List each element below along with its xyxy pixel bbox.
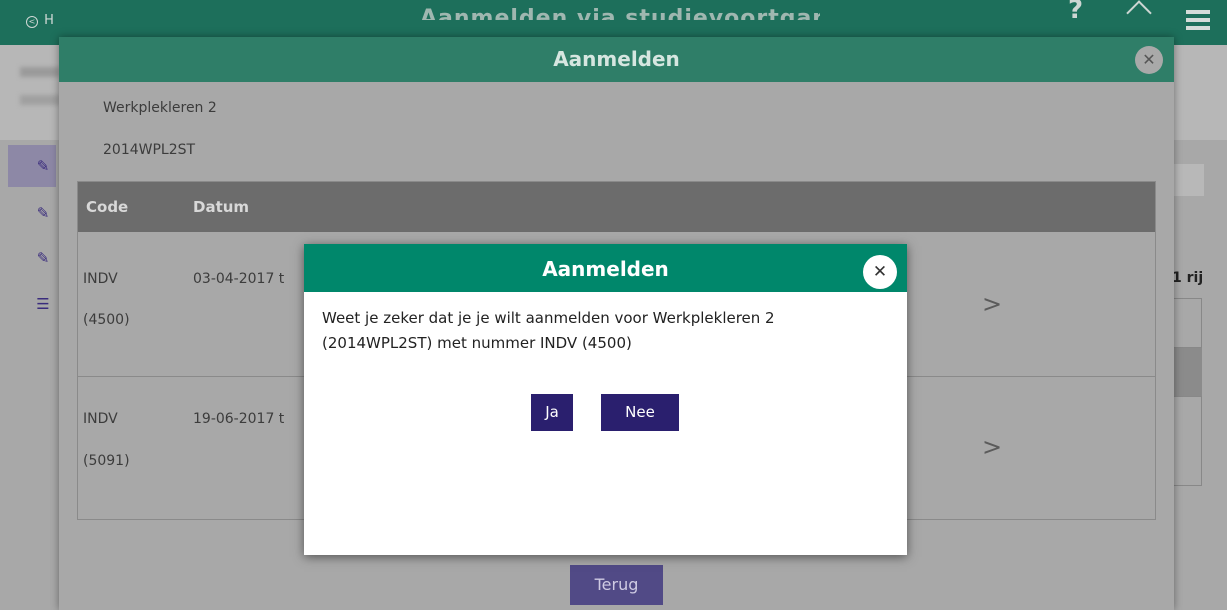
edit-icon[interactable]: ✎ bbox=[34, 157, 52, 175]
column-header-datum: Datum bbox=[193, 198, 250, 216]
confirm-dialog: Aanmelden ✕ Weet je zeker dat je je wilt… bbox=[304, 244, 907, 555]
sessions-table-header: Code Datum bbox=[78, 182, 1155, 232]
right-panel-table-header bbox=[1172, 348, 1202, 396]
hamburger-menu-icon[interactable] bbox=[1186, 10, 1210, 34]
row-date: 03-04-2017 t bbox=[193, 271, 285, 287]
chevron-right-icon[interactable]: > bbox=[982, 290, 1002, 318]
enroll-modal-header: Aanmelden bbox=[59, 37, 1174, 82]
rows-count-label: 1 rij bbox=[1172, 270, 1204, 286]
confirm-dialog-title: Aanmelden bbox=[542, 257, 669, 281]
list-icon[interactable]: ☰ bbox=[34, 295, 52, 313]
right-panel-header bbox=[1174, 164, 1204, 196]
edit-icon[interactable]: ✎ bbox=[34, 204, 52, 222]
close-icon[interactable]: ✕ bbox=[863, 255, 897, 289]
help-icon[interactable]: ? bbox=[1068, 0, 1083, 23]
back-link[interactable]: < H bbox=[26, 13, 54, 28]
edit-icon[interactable]: ✎ bbox=[34, 249, 52, 267]
column-header-code: Code bbox=[86, 198, 129, 216]
course-code: 2014WPL2ST bbox=[103, 142, 196, 158]
close-icon[interactable]: ✕ bbox=[1135, 46, 1163, 74]
course-name: Werkplekleren 2 bbox=[103, 100, 217, 116]
chevron-up-icon[interactable] bbox=[1126, 0, 1152, 26]
yes-button[interactable]: Ja bbox=[531, 394, 573, 431]
chevron-right-icon[interactable]: > bbox=[982, 433, 1002, 461]
confirm-dialog-header: Aanmelden ✕ bbox=[304, 244, 907, 292]
row-number: (5091) bbox=[83, 453, 130, 469]
back-link-label: H bbox=[44, 13, 54, 28]
right-panel-table-body bbox=[1172, 396, 1202, 486]
row-code: INDV bbox=[83, 271, 118, 287]
row-date: 19-06-2017 t bbox=[193, 411, 285, 427]
blurred-user-id bbox=[20, 95, 60, 105]
blurred-user-name bbox=[20, 67, 60, 77]
back-button[interactable]: Terug bbox=[570, 565, 663, 605]
confirm-message: Weet je zeker dat je je wilt aanmelden v… bbox=[322, 309, 775, 352]
sort-control[interactable] bbox=[1172, 298, 1202, 348]
row-code: INDV bbox=[83, 411, 118, 427]
enroll-modal-title: Aanmelden bbox=[553, 47, 680, 71]
no-button[interactable]: Nee bbox=[601, 394, 679, 431]
back-arrow-icon: < bbox=[26, 16, 38, 28]
app-title: Aanmelden via studievoortgang bbox=[420, 6, 820, 20]
row-number: (4500) bbox=[83, 312, 130, 328]
